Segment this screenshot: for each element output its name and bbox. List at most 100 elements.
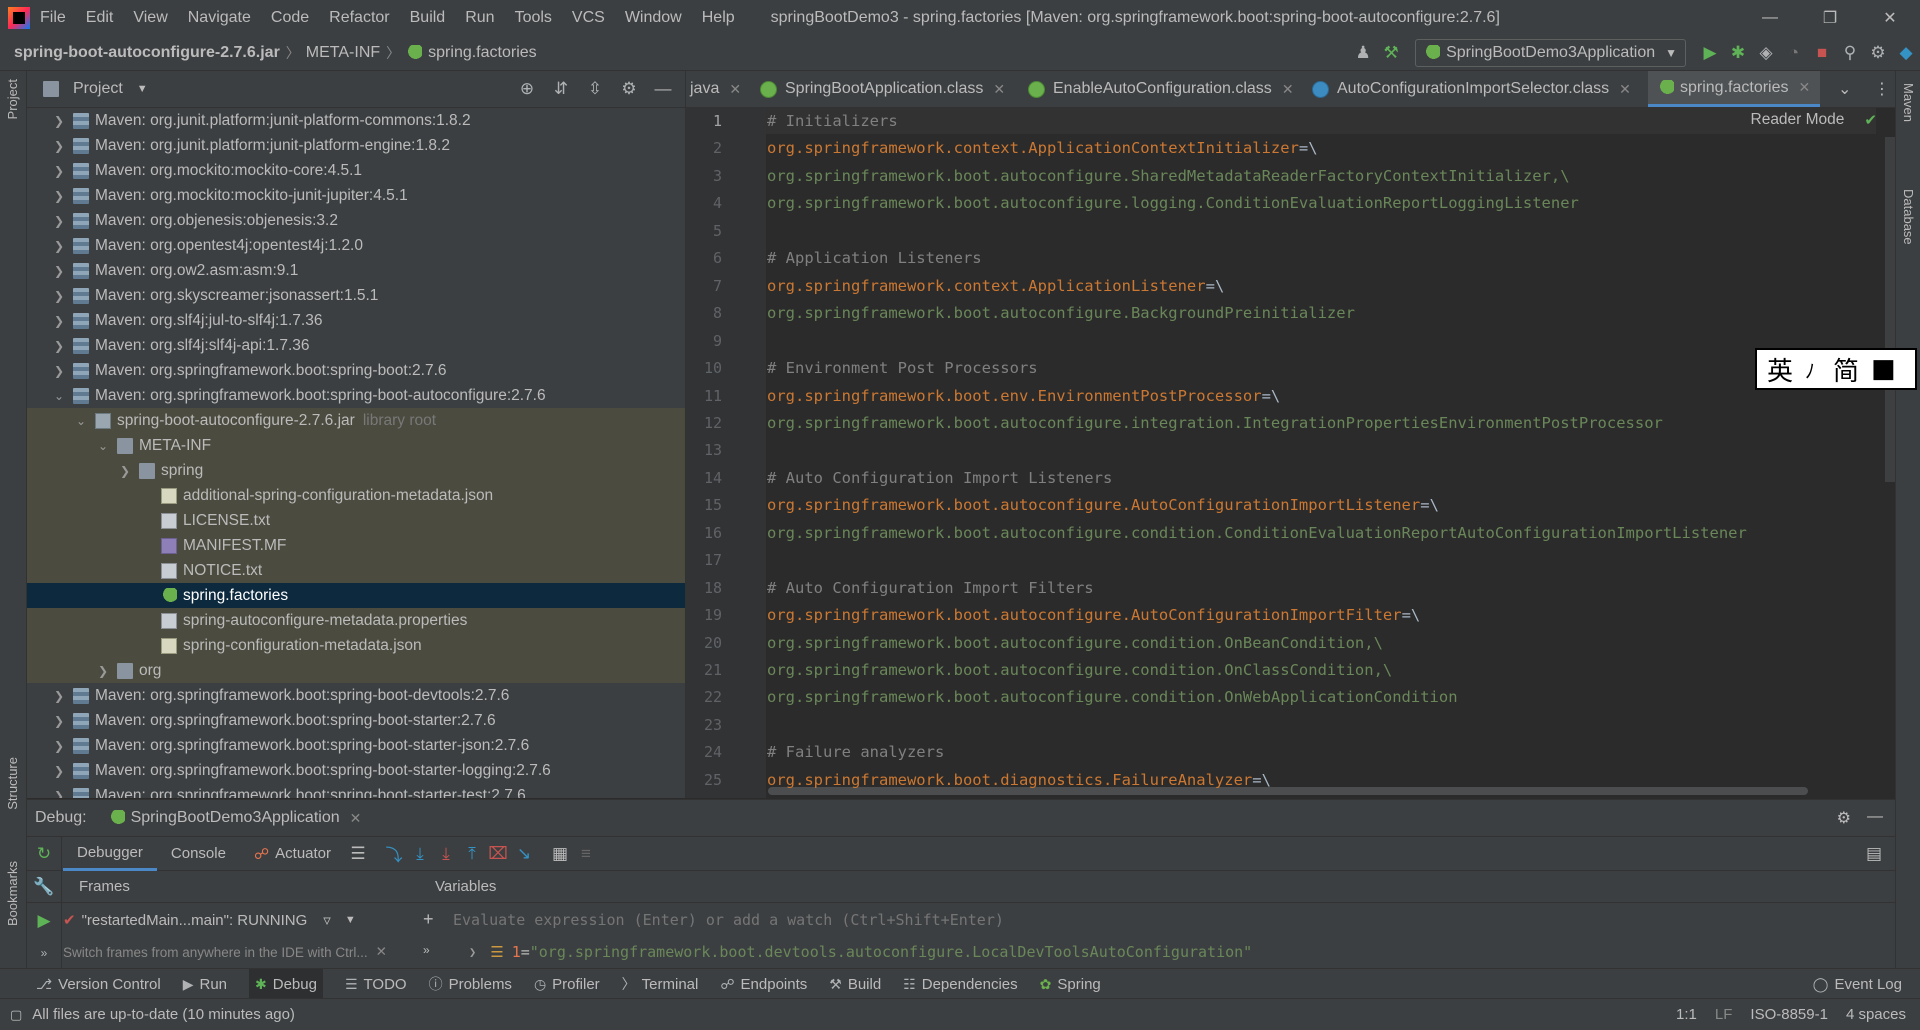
tree-row[interactable]: ❯ Maven: org.springframework.boot:spring-… (27, 708, 685, 733)
ime-skin-icon[interactable]: ■ (1871, 354, 1896, 384)
tab-enableautoconfiguration[interactable]: EnableAutoConfiguration.class ✕ (1028, 71, 1294, 107)
expand-icon[interactable]: » (30, 939, 58, 967)
code-line[interactable]: org.springframework.context.ApplicationL… (767, 277, 1224, 295)
expand-arrow-icon[interactable]: ❯ (51, 339, 67, 353)
line-number[interactable]: 3 (686, 167, 722, 185)
expand-arrow-icon[interactable]: ❯ (51, 164, 67, 178)
collapse-arrow-icon[interactable]: ⌄ (73, 414, 89, 428)
locate-icon[interactable]: ⊕ (513, 75, 541, 103)
tool-dependencies[interactable]: ☷ Dependencies (903, 976, 1017, 993)
tree-row[interactable]: ❯ Maven: org.springframework.boot:spring-… (27, 683, 685, 708)
code-line[interactable]: org.springframework.boot.autoconfigure.S… (767, 167, 1570, 185)
project-panel-title[interactable]: Project (73, 80, 123, 98)
line-number[interactable]: 14 (686, 469, 722, 487)
structure-tool-button[interactable]: Structure (5, 757, 20, 810)
close-icon[interactable]: ✕ (376, 944, 387, 960)
line-number[interactable]: 13 (686, 441, 722, 459)
close-icon[interactable]: ✕ (729, 81, 741, 98)
run-to-cursor-icon[interactable]: ↘ (511, 841, 537, 867)
debug-bug-icon[interactable]: ✱ (1724, 39, 1752, 67)
menu-help[interactable]: Help (702, 9, 735, 27)
tree-row-file[interactable]: LICENSE.txt (27, 508, 685, 533)
code-line[interactable]: # Environment Post Processors (767, 359, 1038, 377)
menu-view[interactable]: View (133, 9, 167, 27)
line-number[interactable]: 25 (686, 771, 722, 789)
user-icon[interactable]: ♟ (1349, 39, 1377, 67)
tree-row[interactable]: ❯ Maven: org.objenesis:objenesis:3.2 (27, 208, 685, 233)
tree-row-folder[interactable]: ⌄ META-INF (27, 433, 685, 458)
tool-version-control[interactable]: ⎇ Version Control (36, 976, 161, 993)
code-line[interactable]: org.springframework.boot.diagnostics.Fai… (767, 771, 1271, 789)
tab-debugger[interactable]: Debugger (63, 837, 157, 871)
code-line[interactable]: org.springframework.boot.autoconfigure.B… (767, 304, 1355, 322)
tree-row[interactable]: ❯ Maven: org.springframework.boot:spring-… (27, 358, 685, 383)
code-line[interactable]: org.springframework.boot.autoconfigure.c… (767, 688, 1458, 706)
variable-row[interactable]: ❯ ☰ 1 = "org.springframework.boot.devtoo… (443, 939, 1252, 965)
line-number[interactable]: 20 (686, 634, 722, 652)
collapse-arrow-icon[interactable]: ⌄ (51, 389, 67, 403)
expand-arrow-icon[interactable]: ❯ (117, 464, 133, 478)
step-over-icon[interactable]: ⤵ (381, 841, 407, 867)
add-watch-icon[interactable]: + (423, 909, 434, 930)
close-window-button[interactable]: ✕ (1860, 0, 1920, 36)
status-toggle-icon[interactable]: ▢ (10, 1007, 22, 1023)
tab-console[interactable]: Console (157, 837, 240, 871)
filter-icon[interactable]: ▿ (323, 911, 331, 929)
tab-more-button[interactable]: ⋮ (1874, 71, 1890, 107)
menu-tools[interactable]: Tools (515, 9, 552, 27)
resume-icon[interactable]: ▶ (30, 907, 58, 935)
expand-arrow-icon[interactable]: ❯ (51, 139, 67, 153)
tree-row-folder[interactable]: ❯ spring (27, 458, 685, 483)
hide-panel-icon[interactable]: — (649, 75, 677, 103)
tree-row[interactable]: ❯ Maven: org.ow2.asm:asm:9.1 (27, 258, 685, 283)
breadcrumb-file[interactable]: spring.factories (428, 44, 537, 62)
debug-session-tab[interactable]: SpringBootDemo3Application (131, 809, 340, 827)
close-icon[interactable]: ✕ (1282, 81, 1294, 98)
tree-row-file[interactable]: MANIFEST.MF (27, 533, 685, 558)
toolbox-icon[interactable]: ◆ (1892, 39, 1920, 67)
build-hammer-icon[interactable]: ⚒ (1377, 39, 1405, 67)
minimize-button[interactable]: — (1740, 0, 1800, 36)
expand-all-icon[interactable]: ⇵ (547, 75, 575, 103)
code-line[interactable]: org.springframework.boot.autoconfigure.c… (767, 634, 1383, 652)
tab-java[interactable]: java ✕ (690, 71, 741, 107)
expand-arrow-icon[interactable]: ❯ (51, 264, 67, 278)
step-out-icon[interactable]: ⤒ (459, 841, 485, 867)
expand-arrow-icon[interactable]: ❯ (51, 189, 67, 203)
gear-icon[interactable]: ⚙ (1864, 39, 1892, 67)
line-number[interactable]: 21 (686, 661, 722, 679)
code-line[interactable]: # Application Listeners (767, 249, 982, 267)
menu-vcs[interactable]: VCS (572, 9, 605, 27)
line-number[interactable]: 24 (686, 743, 722, 761)
database-tool-button[interactable]: Database (1901, 189, 1916, 245)
intellij-logo-icon[interactable] (8, 7, 30, 29)
tree-row-selected[interactable]: spring.factories (27, 583, 685, 608)
tree-row[interactable]: ⌄ Maven: org.springframework.boot:spring-… (27, 383, 685, 408)
expand-arrow-icon[interactable]: ❯ (51, 239, 67, 253)
thread-selector[interactable]: ✔ "restartedMain...main": RUNNING ▿ ▼ (63, 904, 441, 936)
run-icon[interactable]: ▶ (1696, 39, 1724, 67)
tool-todo[interactable]: ☰ TODO (345, 976, 407, 993)
tool-problems[interactable]: ⓘ Problems (429, 974, 512, 994)
step-into-icon[interactable]: ⤓ (407, 841, 433, 867)
code-line[interactable]: org.springframework.context.ApplicationC… (767, 139, 1318, 157)
code-line[interactable]: # Initializers (767, 112, 898, 130)
tree-row[interactable]: ❯ Maven: org.junit.platform:junit-platfor… (27, 108, 685, 133)
line-number[interactable]: 19 (686, 606, 722, 624)
line-number[interactable]: 16 (686, 524, 722, 542)
code-line[interactable]: org.springframework.boot.autoconfigure.c… (767, 661, 1392, 679)
hide-panel-icon[interactable]: — (1867, 808, 1883, 826)
tree-row[interactable]: ❯ Maven: org.springframework.boot:spring-… (27, 733, 685, 758)
line-number[interactable]: 7 (686, 277, 722, 295)
line-number[interactable]: 12 (686, 414, 722, 432)
tool-profiler[interactable]: ◷ Profiler (534, 976, 600, 993)
tree-row-file[interactable]: additional-spring-configuration-metadata… (27, 483, 685, 508)
ime-punctuation[interactable]: ﾉ (1805, 355, 1815, 384)
tree-row-file[interactable]: spring-configuration-metadata.json (27, 633, 685, 658)
project-tool-button[interactable]: Project (5, 79, 20, 119)
search-icon[interactable]: ⚲ (1836, 39, 1864, 67)
expand-arrow-icon[interactable]: ❯ (51, 764, 67, 778)
line-number[interactable]: 10 (686, 359, 722, 377)
close-icon[interactable]: ✕ (350, 810, 362, 827)
line-number[interactable]: 23 (686, 716, 722, 734)
